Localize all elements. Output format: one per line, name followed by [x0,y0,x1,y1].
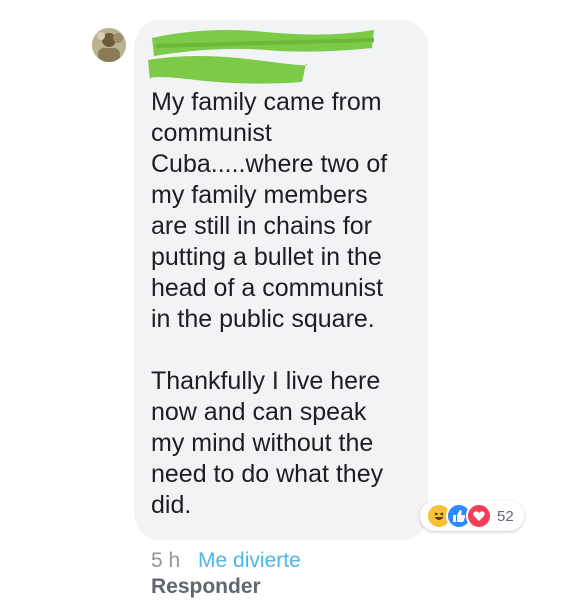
reply-link[interactable]: Responder [151,575,261,599]
avatar[interactable] [92,28,126,62]
redacted-author-name [148,30,375,84]
reaction-count: 52 [497,507,514,525]
comment-timestamp[interactable]: 5 h [151,549,180,572]
comment-paragraph: Thankfully I live here now and can speak… [151,367,384,519]
love-icon [466,503,492,529]
reaction-link[interactable]: Me divierte [198,549,301,572]
reactions-summary[interactable]: 52 [420,501,524,531]
avatar-image [92,28,126,62]
comment-text: My family came from communist Cuba.....w… [151,87,423,521]
comment-meta: 5 h Me divierte [151,548,301,574]
comment-paragraph: My family came from communist Cuba.....w… [151,88,388,333]
